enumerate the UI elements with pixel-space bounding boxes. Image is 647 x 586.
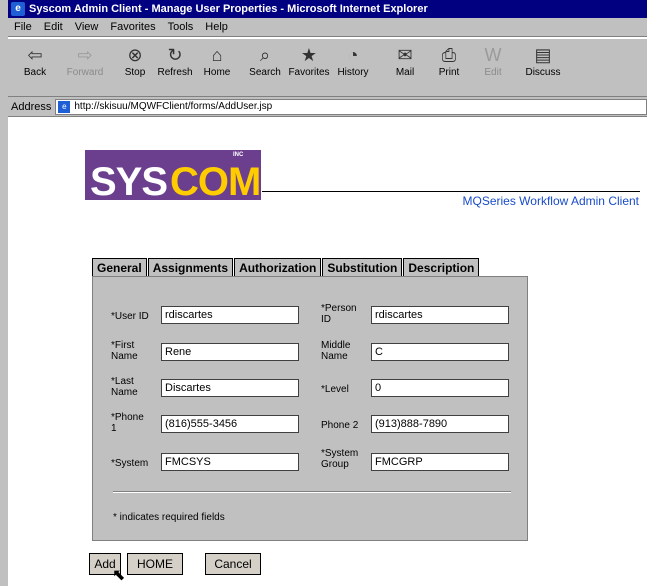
tab-assignments[interactable]: Assignments <box>147 258 234 277</box>
home-icon: ⌂ <box>211 45 223 65</box>
refresh-button[interactable]: ↻ Refresh <box>154 43 196 78</box>
edit-button[interactable]: W Edit <box>472 43 514 78</box>
print-button[interactable]: ⎙ Print <box>428 43 470 78</box>
tab-description[interactable]: Description <box>403 258 480 277</box>
phone1-field[interactable]: (816)555-3456 <box>161 415 299 433</box>
phone2-label: Phone 2 <box>321 420 359 431</box>
menu-edit[interactable]: Edit <box>44 21 63 33</box>
logo-inc-text: INC <box>233 152 244 158</box>
person-id-label: *Person ID <box>321 303 357 325</box>
ie-logo-icon: e <box>11 2 25 16</box>
history-button[interactable]: ◔ History <box>332 43 374 78</box>
system-field[interactable]: FMCSYS <box>161 453 299 471</box>
history-icon: ◔ <box>347 45 359 65</box>
header-divider <box>262 191 640 192</box>
cancel-button[interactable]: Cancel <box>205 553 261 575</box>
address-url: http://skisuu/MQWFClient/forms/AddUser.j… <box>74 101 273 112</box>
user-id-label: *User ID <box>111 311 149 322</box>
title-bar: e Syscom Admin Client - Manage User Prop… <box>8 0 647 18</box>
forward-arrow-icon: ⇨ <box>77 45 93 65</box>
middle-name-label: Middle Name <box>321 340 351 362</box>
mail-button[interactable]: ✉ Mail <box>384 43 426 78</box>
edit-icon: W <box>484 45 502 65</box>
home-page-button[interactable]: HOME <box>127 553 183 575</box>
level-label: *Level <box>321 384 349 395</box>
mouse-cursor-icon: ⬉ <box>112 567 126 584</box>
address-bar: Address e http://skisuu/MQWFClient/forms… <box>8 97 647 117</box>
stop-button[interactable]: ⊗ Stop <box>114 43 156 78</box>
tab-general[interactable]: General <box>92 258 147 278</box>
logo-sys-text: SYS <box>90 160 168 204</box>
menu-bar: File Edit View Favorites Tools Help <box>8 18 647 37</box>
window-title: Syscom Admin Client - Manage User Proper… <box>29 3 428 15</box>
stop-icon: ⊗ <box>127 45 143 65</box>
form-divider <box>113 491 511 493</box>
mail-icon: ✉ <box>397 45 413 65</box>
address-label: Address <box>11 100 52 113</box>
page-icon: e <box>58 100 71 113</box>
menu-file[interactable]: File <box>14 21 32 33</box>
search-icon: ⌕ <box>259 45 271 65</box>
address-input[interactable]: e http://skisuu/MQWFClient/forms/AddUser… <box>55 98 647 115</box>
first-name-label: *First Name <box>111 340 138 362</box>
middle-name-field[interactable]: C <box>371 343 509 361</box>
user-id-field[interactable]: rdiscartes <box>161 306 299 324</box>
forward-button[interactable]: ⇨ Forward <box>64 43 106 78</box>
toolbar: ⇦ Back ⇨ Forward ⊗ Stop ↻ Refresh ⌂ Home… <box>8 38 647 97</box>
last-name-field[interactable]: Discartes <box>161 379 299 397</box>
level-field[interactable]: 0 <box>371 379 509 397</box>
menu-view[interactable]: View <box>75 21 99 33</box>
phone2-field[interactable]: (913)888-7890 <box>371 415 509 433</box>
logo-com-text: COM <box>170 160 261 204</box>
menu-tools[interactable]: Tools <box>168 21 194 33</box>
syscom-logo: SYS COM INC <box>85 150 261 204</box>
last-name-label: *Last Name <box>111 376 138 398</box>
system-group-label: *System Group <box>321 448 359 470</box>
tab-authorization[interactable]: Authorization <box>234 258 322 277</box>
tab-substitution[interactable]: Substitution <box>322 258 403 277</box>
favorites-button[interactable]: ★ Favorites <box>288 43 330 78</box>
discuss-button[interactable]: ▤ Discuss <box>522 43 564 78</box>
home-button[interactable]: ⌂ Home <box>196 43 238 78</box>
favorites-icon: ★ <box>300 45 318 65</box>
back-button[interactable]: ⇦ Back <box>14 43 56 78</box>
tab-bar: General Assignments Authorization Substi… <box>92 258 480 278</box>
general-panel: *User ID rdiscartes *Person ID rdiscarte… <box>92 276 528 541</box>
discuss-icon: ▤ <box>534 45 552 65</box>
system-group-field[interactable]: FMCGRP <box>371 453 509 471</box>
refresh-icon: ↻ <box>167 45 183 65</box>
person-id-field[interactable]: rdiscartes <box>371 306 509 324</box>
required-note: * indicates required fields <box>113 512 225 523</box>
search-button[interactable]: ⌕ Search <box>244 43 286 78</box>
print-icon: ⎙ <box>441 45 457 65</box>
first-name-field[interactable]: Rene <box>161 343 299 361</box>
phone1-label: *Phone 1 <box>111 412 144 434</box>
back-arrow-icon: ⇦ <box>27 45 43 65</box>
window-frame <box>0 0 8 586</box>
menu-help[interactable]: Help <box>205 21 228 33</box>
system-label: *System <box>111 458 149 469</box>
menu-favorites[interactable]: Favorites <box>110 21 155 33</box>
product-title: MQSeries Workflow Admin Client <box>462 194 640 208</box>
